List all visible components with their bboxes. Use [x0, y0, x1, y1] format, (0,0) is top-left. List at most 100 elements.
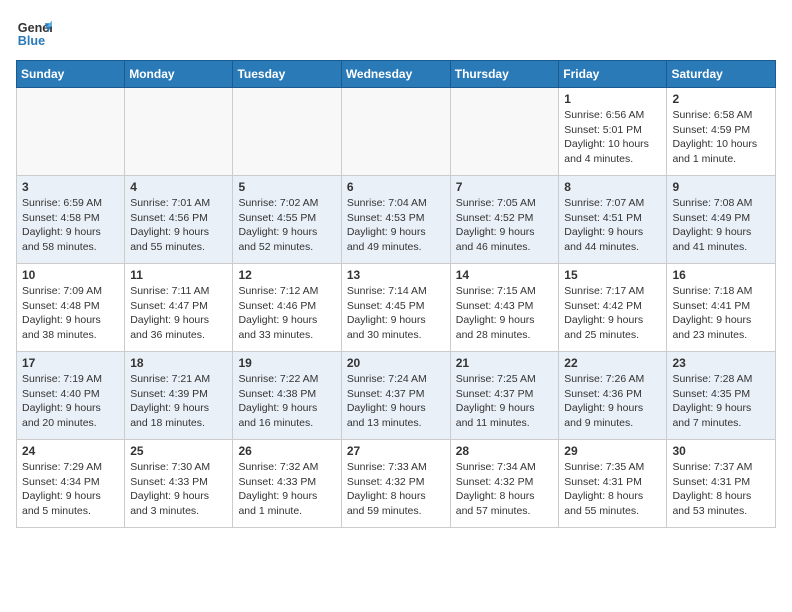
day-detail: Sunrise: 7:34 AM Sunset: 4:32 PM Dayligh…: [456, 460, 554, 519]
day-cell: 15 Sunrise: 7:17 AM Sunset: 4:42 PM Dayli…: [559, 264, 667, 352]
day-detail: Sunrise: 7:37 AM Sunset: 4:31 PM Dayligh…: [672, 460, 770, 519]
day-cell: 26 Sunrise: 7:32 AM Sunset: 4:33 PM Dayli…: [233, 440, 341, 528]
header: General Blue: [16, 16, 776, 52]
day-detail: Sunrise: 7:30 AM Sunset: 4:33 PM Dayligh…: [130, 460, 227, 519]
day-number: 7: [456, 180, 554, 194]
day-number: 27: [347, 444, 445, 458]
day-number: 1: [564, 92, 661, 106]
day-detail: Sunrise: 7:21 AM Sunset: 4:39 PM Dayligh…: [130, 372, 227, 431]
day-number: 21: [456, 356, 554, 370]
day-detail: Sunrise: 7:17 AM Sunset: 4:42 PM Dayligh…: [564, 284, 661, 343]
header-friday: Friday: [559, 61, 667, 88]
day-detail: Sunrise: 7:33 AM Sunset: 4:32 PM Dayligh…: [347, 460, 445, 519]
day-number: 3: [22, 180, 119, 194]
day-number: 17: [22, 356, 119, 370]
day-cell: 19 Sunrise: 7:22 AM Sunset: 4:38 PM Dayli…: [233, 352, 341, 440]
day-number: 13: [347, 268, 445, 282]
header-row: SundayMondayTuesdayWednesdayThursdayFrid…: [17, 61, 776, 88]
day-cell: 18 Sunrise: 7:21 AM Sunset: 4:39 PM Dayli…: [125, 352, 233, 440]
day-cell: 6Sunrise: 7:04 AM Sunset: 4:53 PM Daylig…: [341, 176, 450, 264]
day-number: 26: [238, 444, 335, 458]
day-detail: Sunrise: 7:18 AM Sunset: 4:41 PM Dayligh…: [672, 284, 770, 343]
calendar-table: SundayMondayTuesdayWednesdayThursdayFrid…: [16, 60, 776, 528]
day-number: 18: [130, 356, 227, 370]
day-detail: Sunrise: 7:24 AM Sunset: 4:37 PM Dayligh…: [347, 372, 445, 431]
logo-icon: General Blue: [16, 16, 52, 52]
day-cell: 3 Sunrise: 6:59 AM Sunset: 4:58 PM Daylig…: [17, 176, 125, 264]
svg-text:Blue: Blue: [18, 34, 45, 48]
day-cell: 24 Sunrise: 7:29 AM Sunset: 4:34 PM Dayli…: [17, 440, 125, 528]
day-detail: Sunrise: 6:58 AM Sunset: 4:59 PM Dayligh…: [672, 108, 770, 167]
day-cell: 28 Sunrise: 7:34 AM Sunset: 4:32 PM Dayli…: [450, 440, 559, 528]
day-cell: 2 Sunrise: 6:58 AM Sunset: 4:59 PM Daylig…: [667, 88, 776, 176]
day-cell: 30 Sunrise: 7:37 AM Sunset: 4:31 PM Dayli…: [667, 440, 776, 528]
week-row-1: 1 Sunrise: 6:56 AM Sunset: 5:01 PM Daylig…: [17, 88, 776, 176]
day-number: 30: [672, 444, 770, 458]
day-detail: Sunrise: 7:26 AM Sunset: 4:36 PM Dayligh…: [564, 372, 661, 431]
day-number: 12: [238, 268, 335, 282]
day-cell: [233, 88, 341, 176]
header-tuesday: Tuesday: [233, 61, 341, 88]
day-detail: Sunrise: 7:22 AM Sunset: 4:38 PM Dayligh…: [238, 372, 335, 431]
day-cell: 29 Sunrise: 7:35 AM Sunset: 4:31 PM Dayli…: [559, 440, 667, 528]
day-detail: Sunrise: 7:12 AM Sunset: 4:46 PM Dayligh…: [238, 284, 335, 343]
day-detail: Sunrise: 7:35 AM Sunset: 4:31 PM Dayligh…: [564, 460, 661, 519]
day-detail: Sunrise: 7:15 AM Sunset: 4:43 PM Dayligh…: [456, 284, 554, 343]
day-cell: 14 Sunrise: 7:15 AM Sunset: 4:43 PM Dayli…: [450, 264, 559, 352]
day-detail: Sunrise: 7:08 AM Sunset: 4:49 PM Dayligh…: [672, 196, 770, 255]
day-number: 22: [564, 356, 661, 370]
day-cell: 1 Sunrise: 6:56 AM Sunset: 5:01 PM Daylig…: [559, 88, 667, 176]
day-detail: Sunrise: 7:29 AM Sunset: 4:34 PM Dayligh…: [22, 460, 119, 519]
day-detail: Sunrise: 7:01 AM Sunset: 4:56 PM Dayligh…: [130, 196, 227, 255]
day-detail: Sunrise: 7:05 AM Sunset: 4:52 PM Dayligh…: [456, 196, 554, 255]
day-cell: 9Sunrise: 7:08 AM Sunset: 4:49 PM Daylig…: [667, 176, 776, 264]
header-saturday: Saturday: [667, 61, 776, 88]
day-cell: 10 Sunrise: 7:09 AM Sunset: 4:48 PM Dayli…: [17, 264, 125, 352]
day-cell: 25 Sunrise: 7:30 AM Sunset: 4:33 PM Dayli…: [125, 440, 233, 528]
day-number: 2: [672, 92, 770, 106]
day-detail: Sunrise: 6:59 AM Sunset: 4:58 PM Dayligh…: [22, 196, 119, 255]
day-cell: [341, 88, 450, 176]
day-number: 11: [130, 268, 227, 282]
day-detail: Sunrise: 7:14 AM Sunset: 4:45 PM Dayligh…: [347, 284, 445, 343]
day-detail: Sunrise: 7:07 AM Sunset: 4:51 PM Dayligh…: [564, 196, 661, 255]
header-wednesday: Wednesday: [341, 61, 450, 88]
day-detail: Sunrise: 7:11 AM Sunset: 4:47 PM Dayligh…: [130, 284, 227, 343]
day-cell: [125, 88, 233, 176]
header-sunday: Sunday: [17, 61, 125, 88]
day-cell: 27 Sunrise: 7:33 AM Sunset: 4:32 PM Dayli…: [341, 440, 450, 528]
day-cell: 17Sunrise: 7:19 AM Sunset: 4:40 PM Dayli…: [17, 352, 125, 440]
day-number: 14: [456, 268, 554, 282]
day-cell: 20 Sunrise: 7:24 AM Sunset: 4:37 PM Dayli…: [341, 352, 450, 440]
day-cell: 8 Sunrise: 7:07 AM Sunset: 4:51 PM Daylig…: [559, 176, 667, 264]
week-row-4: 17Sunrise: 7:19 AM Sunset: 4:40 PM Dayli…: [17, 352, 776, 440]
day-number: 6: [347, 180, 445, 194]
day-detail: Sunrise: 7:09 AM Sunset: 4:48 PM Dayligh…: [22, 284, 119, 343]
day-number: 8: [564, 180, 661, 194]
day-cell: 5 Sunrise: 7:02 AM Sunset: 4:55 PM Daylig…: [233, 176, 341, 264]
day-number: 24: [22, 444, 119, 458]
day-cell: [450, 88, 559, 176]
week-row-5: 24 Sunrise: 7:29 AM Sunset: 4:34 PM Dayli…: [17, 440, 776, 528]
day-cell: 12 Sunrise: 7:12 AM Sunset: 4:46 PM Dayli…: [233, 264, 341, 352]
day-detail: Sunrise: 7:02 AM Sunset: 4:55 PM Dayligh…: [238, 196, 335, 255]
day-number: 5: [238, 180, 335, 194]
day-detail: Sunrise: 7:28 AM Sunset: 4:35 PM Dayligh…: [672, 372, 770, 431]
week-row-2: 3 Sunrise: 6:59 AM Sunset: 4:58 PM Daylig…: [17, 176, 776, 264]
day-number: 20: [347, 356, 445, 370]
day-number: 28: [456, 444, 554, 458]
day-detail: Sunrise: 6:56 AM Sunset: 5:01 PM Dayligh…: [564, 108, 661, 167]
day-cell: 7 Sunrise: 7:05 AM Sunset: 4:52 PM Daylig…: [450, 176, 559, 264]
header-monday: Monday: [125, 61, 233, 88]
day-number: 15: [564, 268, 661, 282]
day-detail: Sunrise: 7:32 AM Sunset: 4:33 PM Dayligh…: [238, 460, 335, 519]
day-number: 25: [130, 444, 227, 458]
day-cell: 11 Sunrise: 7:11 AM Sunset: 4:47 PM Dayli…: [125, 264, 233, 352]
logo: General Blue: [16, 16, 56, 52]
day-number: 29: [564, 444, 661, 458]
day-number: 10: [22, 268, 119, 282]
day-number: 19: [238, 356, 335, 370]
day-number: 4: [130, 180, 227, 194]
header-thursday: Thursday: [450, 61, 559, 88]
week-row-3: 10 Sunrise: 7:09 AM Sunset: 4:48 PM Dayli…: [17, 264, 776, 352]
